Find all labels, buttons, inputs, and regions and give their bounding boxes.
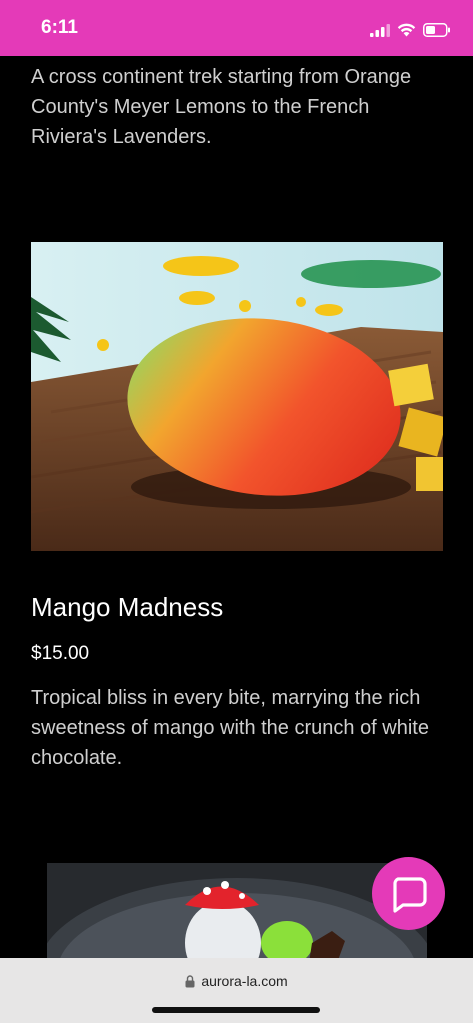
signal-icon [370,23,390,37]
address-bar[interactable]: aurora-la.com [0,973,473,989]
status-bar: 6:11 [0,0,473,56]
status-time: 6:11 [41,17,78,38]
home-indicator[interactable] [152,1007,320,1013]
browser-bar [0,958,473,1023]
status-icons [370,20,451,40]
mango-dessert-image [31,242,443,551]
chat-button[interactable] [372,857,445,930]
product-price: $15.00 [31,643,90,664]
lock-icon [185,974,195,987]
product-image[interactable] [31,242,443,551]
wifi-icon [397,23,416,37]
battery-icon [423,23,450,37]
chat-bubble-icon [392,876,427,913]
next-product-image[interactable] [47,863,427,963]
url-text[interactable]: aurora-la.com [201,973,287,989]
product-description: Tropical bliss in every bite, marrying t… [31,687,429,769]
mushroom-dessert-image [47,863,427,963]
product-title[interactable]: Mango Madness [31,592,223,623]
intro-description: A cross continent trek starting from Ora… [31,66,412,148]
